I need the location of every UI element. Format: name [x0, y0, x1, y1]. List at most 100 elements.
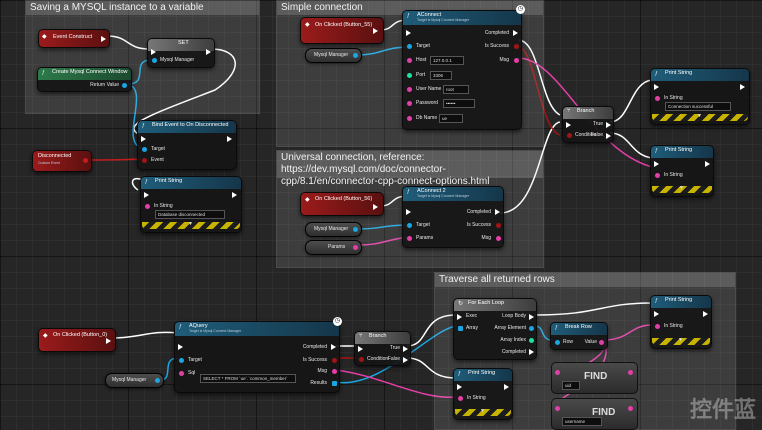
object-pin[interactable]: [142, 147, 147, 152]
bool-pin[interactable]: [514, 44, 519, 49]
key-field[interactable]: uid: [562, 381, 580, 390]
print-string-node[interactable]: ƒ Print String In String ▼: [650, 145, 714, 197]
exec-out-pin[interactable]: [403, 357, 408, 363]
exec-out-pin[interactable]: [232, 192, 237, 198]
bind-event-node[interactable]: ƒ Bind Event to On Disconnected Target E…: [137, 120, 237, 170]
event-construct-node[interactable]: ◆ Event Construct: [38, 29, 110, 48]
string-value-field[interactable]: Database disconnected: [155, 210, 225, 219]
chevron-down-icon[interactable]: ▼: [678, 337, 683, 343]
string-pin[interactable]: [628, 406, 633, 411]
string-pin[interactable]: [458, 396, 463, 401]
mysql-manager-getter[interactable]: Mysql Manager: [305, 222, 362, 237]
on-clicked-event-node[interactable]: ◆ On Clicked (Button_55): [300, 17, 384, 44]
event-pin[interactable]: [142, 158, 147, 163]
exec-out-pin[interactable]: [331, 344, 336, 350]
exec-in-pin[interactable]: [144, 192, 149, 198]
host-field[interactable]: 127.0.0.1: [430, 56, 464, 65]
exec-in-pin[interactable]: [566, 122, 571, 128]
exec-in-pin[interactable]: [151, 49, 156, 55]
map-find-node[interactable]: uid FIND: [551, 362, 638, 394]
mysql-manager-getter[interactable]: Mysql Manager: [105, 373, 164, 388]
exec-out-pin[interactable]: [606, 122, 611, 128]
exec-in-pin[interactable]: [358, 346, 363, 352]
string-pin[interactable]: [555, 370, 560, 375]
exec-out-pin[interactable]: [227, 136, 232, 142]
delegate-pin[interactable]: [83, 158, 88, 163]
string-pin[interactable]: [179, 371, 184, 376]
string-value-field[interactable]: Connection successful: [665, 102, 731, 111]
dbname-field[interactable]: ue: [439, 114, 463, 123]
string-pin[interactable]: [496, 236, 501, 241]
exec-out-pin[interactable]: [529, 349, 534, 355]
map-find-node[interactable]: username FIND: [551, 398, 638, 430]
branch-node[interactable]: ⑂ Branch True Condition False: [354, 331, 411, 366]
integer-pin[interactable]: [407, 73, 412, 78]
exec-out-pin[interactable]: [373, 28, 378, 34]
exec-out-pin[interactable]: [529, 314, 534, 320]
bool-pin[interactable]: [567, 133, 572, 138]
string-pin[interactable]: [599, 340, 604, 345]
string-pin[interactable]: [145, 204, 150, 209]
string-pin[interactable]: [407, 87, 412, 92]
chevron-down-icon[interactable]: ▼: [480, 408, 485, 414]
exec-out-pin[interactable]: [373, 204, 378, 210]
string-pin[interactable]: [514, 58, 519, 63]
chevron-down-icon[interactable]: ▼: [188, 221, 193, 227]
exec-in-pin[interactable]: [457, 314, 462, 320]
object-pin[interactable]: [407, 44, 412, 49]
for-each-loop-node[interactable]: ↻ For Each Loop Exec Loop Body Array Arr…: [453, 298, 537, 360]
create-widget-node[interactable]: ƒ Create Mysql Connect Window Return Val…: [37, 67, 132, 92]
object-pin[interactable]: [407, 223, 412, 228]
string-pin[interactable]: [628, 370, 633, 375]
break-row-node[interactable]: ƒ Break Row Row Value: [550, 322, 608, 350]
array-pin[interactable]: [332, 381, 337, 386]
string-pin[interactable]: [353, 245, 358, 250]
string-pin[interactable]: [332, 369, 337, 374]
exec-out-pin[interactable]: [606, 133, 611, 139]
print-string-node[interactable]: ƒ Print String In String ▼: [650, 295, 712, 349]
exec-in-pin[interactable]: [178, 344, 183, 350]
port-field[interactable]: 3306: [430, 71, 452, 80]
exec-in-pin[interactable]: [654, 311, 659, 317]
bool-pin[interactable]: [496, 223, 501, 228]
aconnect-node[interactable]: ◷ ƒ AConnect Target is Mysql Connect Man…: [402, 5, 525, 130]
exec-in-pin[interactable]: [457, 384, 462, 390]
exec-out-pin[interactable]: [705, 161, 710, 167]
chevron-down-icon[interactable]: ▼: [697, 113, 702, 119]
exec-out-pin[interactable]: [740, 84, 745, 90]
exec-out-pin[interactable]: [504, 384, 509, 390]
exec-out-pin[interactable]: [495, 209, 500, 215]
string-pin[interactable]: [407, 101, 412, 106]
object-pin[interactable]: [122, 83, 127, 88]
print-string-node[interactable]: ƒ Print String In String Connection succ…: [650, 68, 750, 125]
username-field[interactable]: root: [443, 85, 469, 94]
bool-pin[interactable]: [359, 357, 364, 362]
chevron-down-icon[interactable]: ▼: [679, 185, 684, 191]
exec-out-pin[interactable]: [101, 36, 106, 42]
exec-in-pin[interactable]: [654, 161, 659, 167]
object-pin[interactable]: [152, 58, 157, 63]
branch-node[interactable]: ⑂ Branch True Condition False: [562, 106, 614, 143]
exec-in-pin[interactable]: [406, 209, 411, 215]
string-pin[interactable]: [407, 58, 412, 63]
string-pin[interactable]: [407, 236, 412, 241]
object-pin[interactable]: [555, 340, 560, 345]
exec-in-pin[interactable]: [141, 136, 146, 142]
print-string-node[interactable]: ƒ Print String In String Database discon…: [140, 176, 242, 233]
sql-field[interactable]: SELECT * FROM `ue`.`common_member`: [200, 374, 296, 383]
string-pin[interactable]: [655, 324, 660, 329]
object-pin[interactable]: [353, 53, 358, 58]
key-field[interactable]: username: [562, 417, 602, 426]
string-pin[interactable]: [555, 406, 560, 411]
password-field[interactable]: ••••••: [443, 99, 475, 108]
aconnect2-node[interactable]: ƒ AConnect 2 Target is Mysql Connect Man…: [402, 186, 504, 248]
exec-out-pin[interactable]: [513, 30, 518, 36]
exec-out-pin[interactable]: [206, 49, 211, 55]
set-variable-node[interactable]: SET Mysql Manager: [147, 38, 215, 68]
exec-in-pin[interactable]: [654, 84, 659, 90]
exec-out-pin[interactable]: [703, 311, 708, 317]
integer-pin[interactable]: [529, 338, 534, 343]
string-pin[interactable]: [407, 116, 412, 121]
object-pin[interactable]: [155, 378, 160, 383]
object-pin[interactable]: [529, 326, 534, 331]
